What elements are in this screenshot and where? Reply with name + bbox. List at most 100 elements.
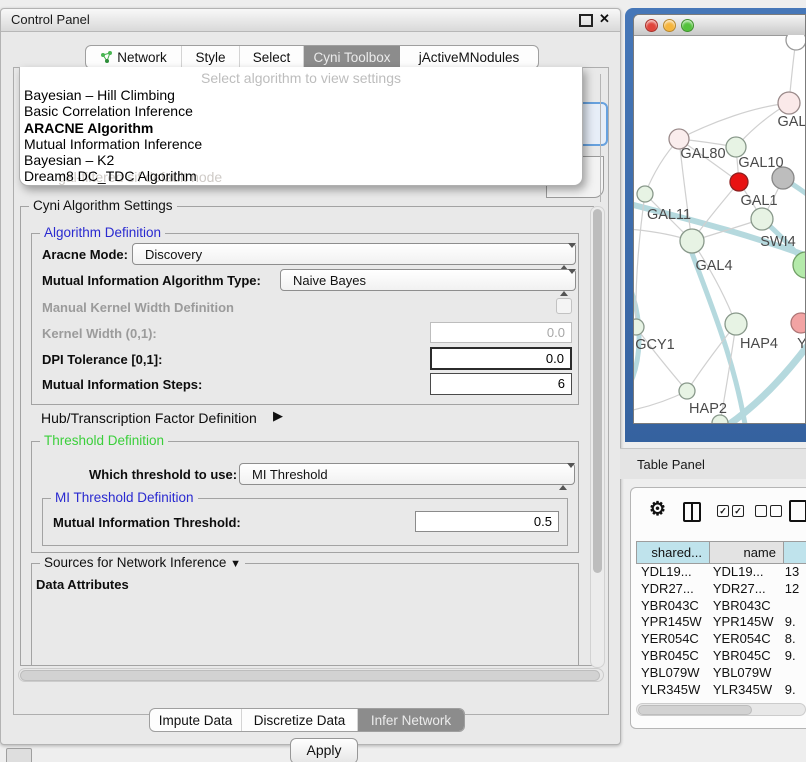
network-view-window[interactable]: GALGAL80GAL10GAL1GAL11SWI4GAL4GCY1HAP4YH… [633, 14, 806, 424]
control-panel-tabbar: NetworkStyleSelectCyni ToolboxjActiveMNo… [85, 45, 539, 69]
table-panel-header: Table Panel [620, 448, 806, 479]
network-edge [679, 103, 789, 139]
algorithm-option[interactable]: ARACNE Algorithm [24, 120, 578, 136]
mi-steps-label: Mutual Information Steps: [42, 377, 202, 392]
scrollbar-thumb[interactable] [593, 209, 602, 573]
table-row[interactable]: YDL19...YDL19...13 [636, 564, 806, 581]
control-panel-window: Control Panel ✕ NetworkStyleSelectCyni T… [0, 8, 621, 745]
split-columns-icon[interactable] [683, 502, 701, 522]
table-header-row: shared...name [636, 541, 806, 564]
mi-steps-field[interactable]: 6 [430, 373, 572, 395]
network-node-gal11[interactable] [637, 186, 653, 202]
kernel-width-field[interactable]: 0.0 [430, 322, 572, 343]
gear-icon[interactable]: ⚙ [649, 500, 666, 519]
network-node-swi4[interactable] [793, 252, 805, 278]
algorithm-option[interactable]: Dream8 DC_TDC Algorithm [24, 168, 578, 184]
float-window-icon[interactable] [579, 14, 593, 27]
table-row[interactable]: YBR045CYBR045C9. [636, 648, 806, 665]
close-traffic-light[interactable] [645, 19, 658, 32]
tab-style[interactable]: Style [182, 46, 240, 68]
network-node-gal4[interactable] [680, 229, 704, 253]
table-cell: YLR345W [708, 682, 780, 699]
bottom-tab-impute-data[interactable]: Impute Data [150, 709, 242, 731]
network-node[interactable] [730, 173, 748, 191]
sources-group: Sources for Network Inference ▼ Data Att… [31, 563, 579, 665]
column-header[interactable] [784, 541, 806, 564]
document-icon[interactable] [789, 500, 806, 522]
network-node-gal[interactable] [778, 92, 800, 114]
hub-expand-arrow-icon[interactable]: ▶ [273, 408, 283, 424]
network-node-gal1[interactable] [751, 208, 773, 230]
unchecked-checkbox-icon[interactable] [770, 505, 782, 517]
unchecked-checkbox-icon[interactable] [755, 505, 767, 517]
network-node[interactable] [786, 35, 805, 50]
mi-threshold-field[interactable]: 0.5 [415, 511, 559, 532]
table-horizontal-scrollbar[interactable] [636, 703, 806, 716]
table-row[interactable]: YER054CYER054C8. [636, 631, 806, 648]
algorithm-option[interactable]: Mutual Information Inference [24, 136, 578, 152]
table-cell: YBR043C [636, 598, 708, 615]
tab-select[interactable]: Select [240, 46, 304, 68]
table-row[interactable]: YBL079WYBL079W [636, 665, 806, 682]
which-threshold-combobox[interactable]: MI Threshold [239, 463, 575, 485]
tab-cyni-toolbox[interactable]: Cyni Toolbox [304, 46, 400, 68]
scrollbar-thumb[interactable] [638, 705, 752, 715]
apply-button[interactable]: Apply [290, 738, 358, 762]
checked-checkbox-icon[interactable]: ✓ [717, 505, 729, 517]
mi-threshold-definition-group: MI Threshold Definition Mutual Informati… [42, 498, 568, 546]
column-header[interactable]: shared... [636, 541, 710, 564]
bottom-tab-discretize-data[interactable]: Discretize Data [242, 709, 358, 731]
network-node-hap2[interactable] [679, 383, 695, 399]
table-cell: YBL079W [636, 665, 708, 682]
table-row[interactable]: YDR27...YDR27...12 [636, 581, 806, 598]
dpi-tolerance-field[interactable]: 0.0 [430, 347, 572, 370]
network-node-gcy1[interactable] [634, 319, 644, 335]
spinner-arrows-icon [560, 274, 568, 292]
group-title: Cyni Algorithm Settings [29, 198, 177, 213]
minimize-traffic-light[interactable] [663, 19, 676, 32]
zoom-traffic-light[interactable] [681, 19, 694, 32]
table-panel-title: Table Panel [637, 457, 705, 472]
tab-label: Infer Network [371, 713, 451, 728]
table-row[interactable]: YBR043CYBR043C [636, 598, 806, 615]
algorithm-option[interactable]: Basic Correlation Inference [24, 103, 578, 119]
network-canvas[interactable]: GALGAL80GAL10GAL1GAL11SWI4GAL4GCY1HAP4YH… [634, 35, 805, 423]
settings-vertical-scrollbar[interactable] [590, 206, 605, 668]
control-panel-titlebar: Control Panel ✕ [1, 9, 620, 32]
aracne-mode-combobox[interactable]: Discovery [132, 243, 576, 265]
panel-divider [600, 74, 601, 202]
spinner-arrows-icon [559, 468, 567, 486]
sources-collapse-arrow-icon[interactable]: ▼ [230, 558, 241, 570]
settings-horizontal-scrollbar[interactable] [18, 668, 604, 682]
panel-title: Control Panel [11, 12, 90, 27]
aracne-mode-value: Discovery [145, 247, 202, 262]
table-cell [780, 598, 806, 615]
bottom-tab-infer-network[interactable]: Infer Network [358, 709, 464, 731]
scrollbar-thumb[interactable] [20, 670, 600, 681]
collapsed-panel-button[interactable] [6, 748, 32, 762]
table-row[interactable]: YIL052CYIL052C9. [636, 698, 806, 701]
network-node-hap4[interactable] [725, 313, 747, 335]
column-header[interactable]: name [710, 541, 784, 564]
close-icon[interactable]: ✕ [599, 11, 610, 27]
screen: Control Panel ✕ NetworkStyleSelectCyni T… [0, 0, 806, 762]
node-label: GAL4 [695, 258, 732, 274]
table-cell: YER054C [708, 631, 780, 648]
threshold-definition-group: Threshold Definition Which threshold to … [31, 441, 579, 553]
table-row[interactable]: YPR145WYPR145W9. [636, 614, 806, 631]
network-node-y[interactable] [791, 313, 805, 333]
tab-network[interactable]: Network [86, 46, 182, 68]
algorithm-option[interactable]: Bayesian – Hill Climbing [24, 87, 578, 103]
mi-threshold-group-title: MI Threshold Definition [51, 490, 198, 505]
table-row[interactable]: YLR345WYLR345W9. [636, 682, 806, 699]
checked-checkbox-icon[interactable]: ✓ [732, 505, 744, 517]
manual-kernel-width-checkbox[interactable] [556, 298, 572, 314]
network-node-gal10[interactable] [726, 137, 746, 157]
tab-jactivemnodules[interactable]: jActiveMNodules [400, 46, 538, 68]
algorithm-option[interactable]: Bayesian – K2 [24, 152, 578, 168]
network-window-titlebar[interactable] [634, 15, 805, 36]
algorithm-definition-group: Algorithm Definition Aracne Mode: Discov… [31, 233, 579, 405]
table-cell: YBR045C [636, 648, 708, 665]
sources-title: Sources for Network Inference ▼ [40, 555, 245, 570]
mi-algorithm-type-combobox[interactable]: Naive Bayes [280, 269, 576, 291]
